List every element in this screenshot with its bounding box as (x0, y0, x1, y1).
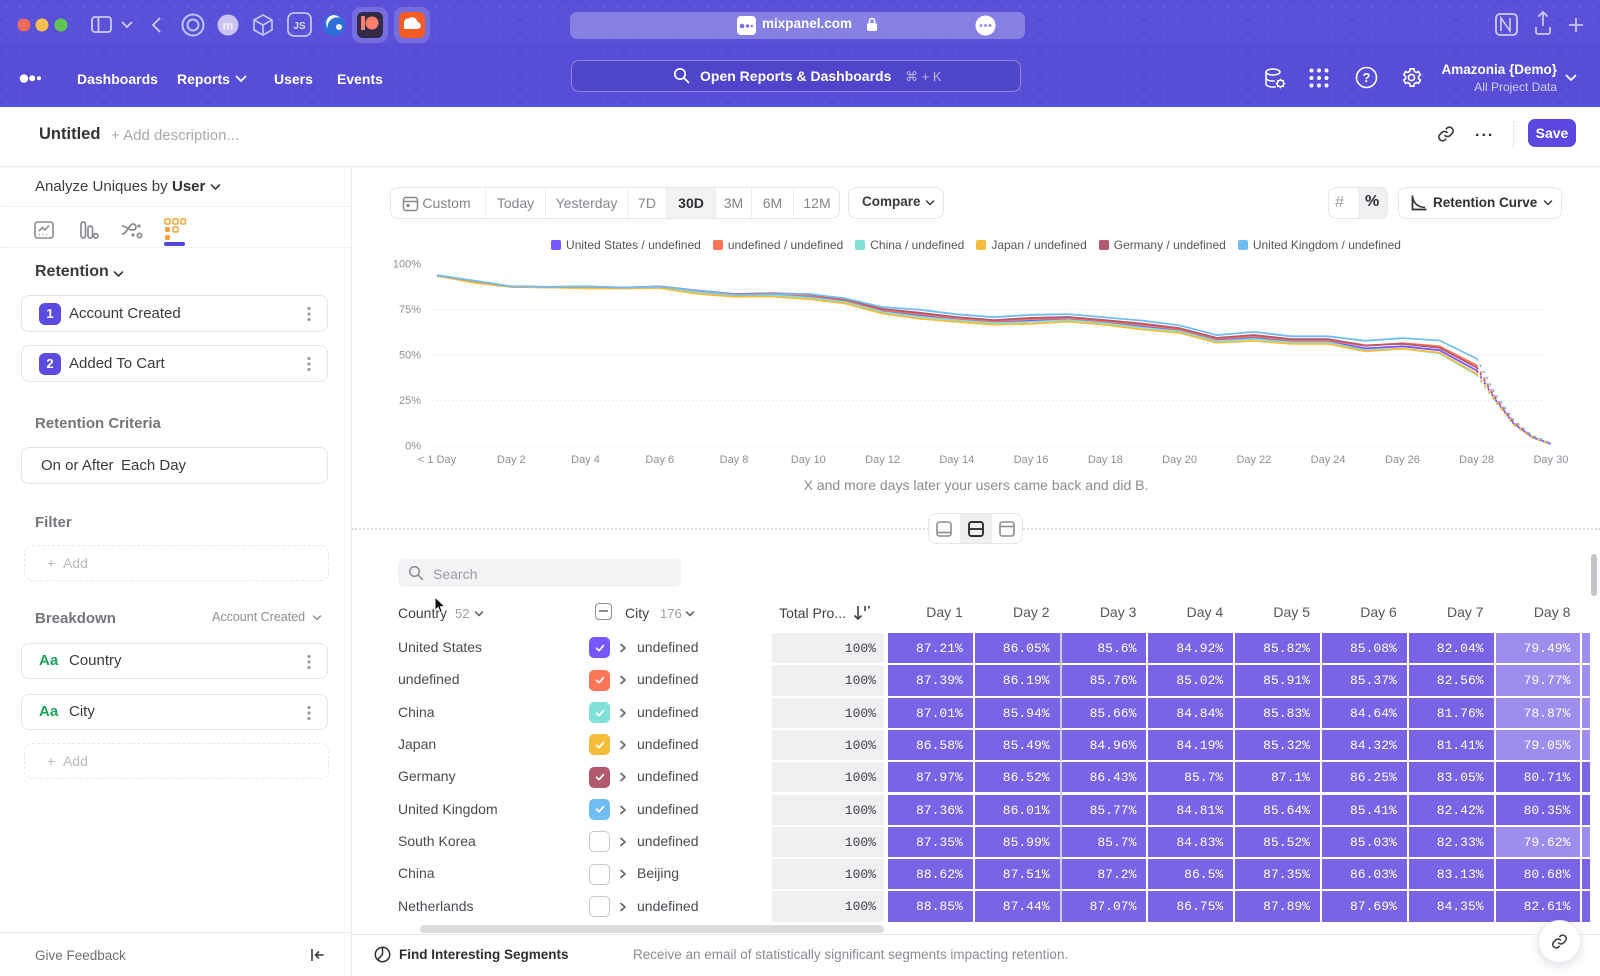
svg-text:Day 20: Day 20 (1162, 454, 1197, 466)
svg-text:0%: 0% (405, 441, 421, 453)
svg-text:Day 10: Day 10 (791, 454, 826, 466)
svg-text:< 1 Day: < 1 Day (418, 454, 457, 466)
svg-text:25%: 25% (399, 395, 421, 407)
svg-text:Day 26: Day 26 (1385, 454, 1420, 466)
svg-text:Day 6: Day 6 (645, 454, 674, 466)
svg-text:Day 28: Day 28 (1459, 454, 1494, 466)
svg-text:100%: 100% (393, 259, 421, 271)
svg-text:Day 24: Day 24 (1311, 454, 1346, 466)
svg-text:m: m (223, 19, 234, 33)
svg-text:Day 4: Day 4 (571, 454, 600, 466)
svg-text:Day 2: Day 2 (497, 454, 526, 466)
svg-text:50%: 50% (399, 350, 421, 362)
svg-text:Day 30: Day 30 (1533, 454, 1568, 466)
svg-text:?: ? (1363, 70, 1371, 85)
svg-text:Day 22: Day 22 (1236, 454, 1271, 466)
svg-text:JS: JS (293, 21, 306, 32)
svg-text:Day 18: Day 18 (1088, 454, 1123, 466)
svg-text:Day 12: Day 12 (865, 454, 900, 466)
svg-text:Day 8: Day 8 (720, 454, 749, 466)
svg-text:Day 14: Day 14 (939, 454, 974, 466)
svg-text:Day 16: Day 16 (1014, 454, 1049, 466)
svg-text:75%: 75% (399, 304, 421, 316)
